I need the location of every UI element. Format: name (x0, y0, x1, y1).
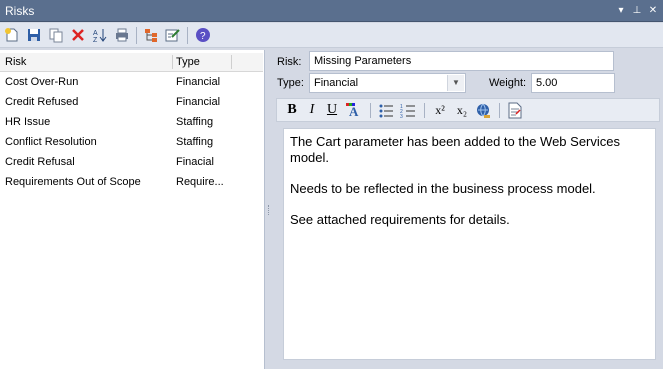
column-header-type[interactable]: Type (176, 56, 200, 68)
risk-name-field[interactable]: Missing Parameters (309, 51, 614, 71)
format-separator (370, 103, 371, 118)
table-row[interactable]: Cost Over-Run Financial (0, 73, 263, 93)
document-icon[interactable] (507, 102, 523, 119)
svg-text:A: A (349, 104, 359, 118)
risk-name-cell: Credit Refused (5, 96, 79, 108)
hierarchy-icon[interactable] (143, 27, 159, 43)
bullet-list-icon[interactable] (378, 103, 394, 119)
risk-name-cell: Credit Refusal (5, 156, 75, 168)
toolbar-separator (187, 27, 188, 44)
risk-list-pane: Risk Type Cost Over-Run Financial Credit… (0, 50, 265, 369)
type-label: Type: (277, 77, 304, 89)
risk-name-cell: HR Issue (5, 116, 51, 128)
risk-name-cell: Cost Over-Run (5, 76, 79, 88)
numbered-list-icon[interactable]: 1 2 3 (400, 103, 416, 119)
pane-splitter[interactable] (265, 50, 273, 369)
underline-button[interactable]: U (325, 102, 339, 118)
table-row[interactable]: Credit Refusal Finacial (0, 153, 263, 173)
weight-field[interactable]: 5.00 (531, 73, 615, 93)
pin-icon[interactable]: ⊥ (630, 4, 644, 18)
weight-label: Weight: (489, 77, 527, 89)
sort-icon[interactable]: A Z (92, 27, 108, 43)
hyperlink-icon[interactable] (475, 102, 493, 119)
risk-name-cell: Conflict Resolution (5, 136, 97, 148)
new-icon[interactable] (4, 27, 20, 43)
chevron-down-icon[interactable]: ▼ (447, 75, 464, 91)
list-header: Risk Type (0, 53, 263, 72)
italic-button[interactable]: I (305, 102, 319, 118)
splitter-grip (268, 205, 271, 215)
superscript-button[interactable]: x² (432, 102, 448, 118)
window-title: Risks (5, 4, 35, 18)
column-divider[interactable] (231, 55, 232, 69)
delete-icon[interactable] (70, 27, 86, 43)
table-row[interactable]: HR Issue Staffing (0, 113, 263, 133)
svg-text:A: A (93, 30, 98, 37)
svg-text:?: ? (200, 31, 206, 42)
risk-type-cell: Require... (176, 176, 224, 188)
risk-detail-pane: Risk: Missing Parameters Type: Financial… (273, 50, 663, 369)
help-icon[interactable]: ? (195, 27, 211, 43)
svg-text:Z: Z (93, 37, 98, 43)
risk-type-cell: Finacial (176, 156, 214, 168)
bold-button[interactable]: B (285, 102, 299, 118)
window-menu-dropdown[interactable]: ▾ (614, 4, 628, 18)
notes-paragraph: Needs to be reflected in the business pr… (290, 181, 596, 196)
type-select-value: Financial (314, 77, 359, 89)
column-divider[interactable] (172, 55, 173, 69)
edit-icon[interactable] (165, 27, 181, 43)
column-header-risk[interactable]: Risk (5, 56, 26, 68)
format-toolbar: B I U A 1 2 3 x² x₂ (276, 98, 660, 122)
risk-type-cell: Staffing (176, 136, 214, 148)
risk-type-cell: Financial (176, 76, 221, 88)
risk-type-cell: Financial (176, 96, 221, 108)
table-row[interactable]: Requirements Out of Scope Require... (0, 173, 263, 193)
risk-label: Risk: (277, 56, 302, 68)
risk-type-cell: Staffing (176, 116, 214, 128)
copy-icon[interactable] (48, 27, 64, 43)
save-icon[interactable] (26, 27, 42, 43)
notes-editor[interactable]: The Cart parameter has been added to the… (283, 128, 656, 360)
close-icon[interactable]: ✕ (646, 4, 660, 18)
format-separator (499, 103, 500, 118)
svg-text:3: 3 (400, 114, 403, 119)
font-color-icon[interactable]: A (345, 102, 363, 118)
type-select[interactable]: Financial ▼ (309, 73, 466, 93)
print-icon[interactable] (114, 27, 130, 43)
table-row[interactable]: Credit Refused Financial (0, 93, 263, 113)
toolbar-separator (136, 27, 137, 44)
subscript-button[interactable]: x₂ (454, 102, 470, 118)
table-row[interactable]: Conflict Resolution Staffing (0, 133, 263, 153)
main-toolbar: A Z ? (0, 23, 663, 48)
notes-paragraph: See attached requirements for details. (290, 212, 510, 227)
notes-paragraph: The Cart parameter has been added to the… (290, 134, 621, 165)
risk-name-cell: Requirements Out of Scope (5, 176, 141, 188)
format-separator (424, 103, 425, 118)
window-titlebar: Risks ▾ ⊥ ✕ (0, 0, 663, 22)
